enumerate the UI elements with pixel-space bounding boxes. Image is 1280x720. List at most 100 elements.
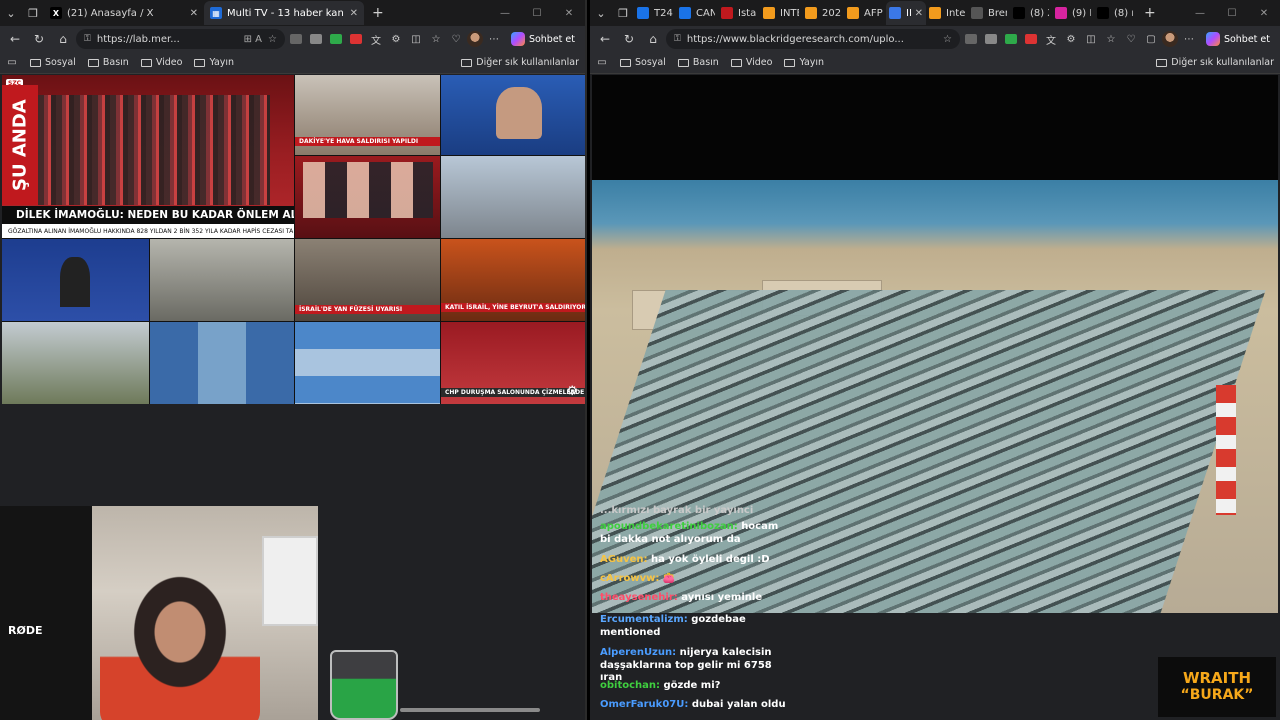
browser-tab[interactable]: Interi xyxy=(926,1,968,25)
url-field[interactable]: ⚿ https://www.blackridgeresearch.com/upl… xyxy=(666,29,960,49)
minimize-icon[interactable]: — xyxy=(489,8,521,19)
favorite-star-icon[interactable]: ☆ xyxy=(943,34,952,45)
split-screen-icon[interactable]: ◫ xyxy=(1082,30,1100,48)
tv-channel-13[interactable]: CHP DURUŞMA SALONUNDA ÇİZMELERDE xyxy=(441,322,585,404)
close-window-icon[interactable]: ✕ xyxy=(1248,8,1280,19)
back-icon[interactable]: ← xyxy=(594,28,616,50)
home-icon[interactable]: ⌂ xyxy=(52,28,74,50)
split-screen-icon[interactable]: ◫ xyxy=(407,30,425,48)
maximize-icon[interactable]: ☐ xyxy=(1216,8,1248,19)
other-favorites-folder[interactable]: Diğer sık kullanılanlar xyxy=(1156,57,1274,68)
new-tab-button[interactable]: + xyxy=(364,5,392,21)
close-window-icon[interactable]: ✕ xyxy=(553,8,585,19)
chat-username[interactable]: theaysenehir: xyxy=(600,592,678,603)
reader-icon[interactable]: ⊞ A xyxy=(244,34,262,45)
extension-icon[interactable] xyxy=(287,30,305,48)
bookmark-folder-video[interactable]: Video xyxy=(730,57,772,68)
tv-channel-3[interactable] xyxy=(441,75,585,155)
site-info-icon[interactable]: ⚿ xyxy=(84,34,91,44)
chat-username[interactable]: AGuven: xyxy=(600,554,648,565)
back-icon[interactable]: ← xyxy=(4,28,26,50)
scrollbar-thumb[interactable] xyxy=(400,708,540,712)
copilot-button[interactable]: Sohbet et xyxy=(505,32,581,46)
other-favorites-folder[interactable]: Diğer sık kullanılanlar xyxy=(461,57,579,68)
chat-username[interactable]: AlperenUzun: xyxy=(600,647,676,658)
extension-icon[interactable] xyxy=(1022,30,1040,48)
browser-tab[interactable]: T24 xyxy=(634,1,676,25)
chat-username[interactable]: cArrowvw: xyxy=(600,573,659,584)
maximize-icon[interactable]: ☐ xyxy=(521,8,553,19)
minimize-icon[interactable]: — xyxy=(1184,8,1216,19)
extension-icon[interactable] xyxy=(307,30,325,48)
browser-tab[interactable]: AFP xyxy=(844,1,886,25)
bookmark-folder-yayin[interactable]: Yayın xyxy=(784,57,824,68)
extensions-puzzle-icon[interactable]: ⚙ xyxy=(387,30,405,48)
collections-icon[interactable]: ▢ xyxy=(1142,30,1160,48)
browser-tab[interactable]: (9) In xyxy=(1052,1,1094,25)
close-tab-icon[interactable]: ✕ xyxy=(184,8,198,19)
extension-icon[interactable] xyxy=(327,30,345,48)
browser-essentials-icon[interactable]: ♡ xyxy=(1122,30,1140,48)
bookmark-folder-yayin[interactable]: Yayın xyxy=(194,57,234,68)
sidebar-toggle-icon[interactable]: ▭ xyxy=(6,54,18,72)
bookmark-folder-video[interactable]: Video xyxy=(140,57,182,68)
profile-avatar[interactable] xyxy=(1161,31,1178,47)
chat-username[interactable]: ...kırmızı bayrak bir yayınci xyxy=(600,505,753,516)
favorites-icon[interactable]: ☆ xyxy=(1102,30,1120,48)
home-icon[interactable]: ⌂ xyxy=(642,28,664,50)
bookmark-folder-basin[interactable]: Basın xyxy=(677,57,719,68)
sidebar-toggle-icon[interactable]: ▭ xyxy=(596,54,608,72)
new-tab-button[interactable]: + xyxy=(1136,5,1164,21)
tab-x-home[interactable]: X (21) Anasayfa / X ✕ xyxy=(44,1,204,25)
chat-username[interactable]: OmerFaruk07U: xyxy=(600,699,688,710)
close-tab-icon[interactable]: ✕ xyxy=(913,8,923,19)
bookmark-folder-basin[interactable]: Basın xyxy=(87,57,129,68)
browser-tab[interactable]: Brent xyxy=(968,1,1010,25)
tv-channel-10[interactable] xyxy=(2,322,149,404)
translate-icon[interactable]: 文 xyxy=(367,30,385,48)
tv-channel-4[interactable] xyxy=(295,156,440,238)
url-field[interactable]: ⚿ https://lab.mer... ⊞ A ☆ xyxy=(76,29,285,49)
tv-channel-7[interactable] xyxy=(150,239,294,321)
extension-icon[interactable] xyxy=(962,30,980,48)
chat-username[interactable]: Ercumentalizm: xyxy=(600,614,688,625)
browser-tab[interactable]: (8) m xyxy=(1094,1,1136,25)
browser-tab[interactable]: CANI xyxy=(676,1,718,25)
tab-multi-tv[interactable]: ▦ Multi TV - 13 haber kanalını aynı a ✕ xyxy=(204,1,364,25)
tv-channel-12[interactable] xyxy=(295,322,440,404)
chat-username[interactable]: apoundbekaretinibozan: xyxy=(600,521,738,532)
extension-icon[interactable] xyxy=(982,30,1000,48)
site-info-icon[interactable]: ⚿ xyxy=(674,34,681,44)
tv-channel-9[interactable]: KATIL İSRAİL, YİNE BEYRUT'A SALDIRIYOR xyxy=(441,239,585,321)
bookmark-folder-sosyal[interactable]: Sosyal xyxy=(30,57,76,68)
browser-tab[interactable]: 2026 xyxy=(802,1,844,25)
settings-gear-icon[interactable]: ⚙ xyxy=(566,384,578,399)
tab-actions-chevron-icon[interactable]: ⌄ xyxy=(590,2,612,24)
refresh-icon[interactable]: ↻ xyxy=(28,28,50,50)
tv-channel-2[interactable]: DAKİYE'YE HAVA SALDIRISI YAPILDI xyxy=(295,75,440,155)
extension-icon[interactable] xyxy=(1002,30,1020,48)
refresh-icon[interactable]: ↻ xyxy=(618,28,640,50)
more-menu-icon[interactable]: ⋯ xyxy=(485,30,503,48)
browser-tab[interactable]: (8) X xyxy=(1010,1,1052,25)
tab-actions-chevron-icon[interactable]: ⌄ xyxy=(0,2,22,24)
extension-icon[interactable] xyxy=(347,30,365,48)
tv-channel-11[interactable] xyxy=(150,322,294,404)
tv-channel-8[interactable]: İSRAİL'DE YAN FÜZESİ UYARISI xyxy=(295,239,440,321)
browser-tab[interactable]: İstanl xyxy=(718,1,760,25)
workspaces-icon[interactable]: ❐ xyxy=(612,2,634,24)
tv-main-channel[interactable]: SZC ŞU ANDA DİLEK İMAMOĞLU: NEDEN BU KAD… xyxy=(2,75,294,238)
profile-avatar[interactable] xyxy=(466,31,483,47)
more-menu-icon[interactable]: ⋯ xyxy=(1180,30,1198,48)
translate-icon[interactable]: 文 xyxy=(1042,30,1060,48)
copilot-button[interactable]: Sohbet et xyxy=(1200,32,1276,46)
favorites-icon[interactable]: ☆ xyxy=(427,30,445,48)
close-tab-icon[interactable]: ✕ xyxy=(344,8,358,19)
browser-tab[interactable]: INTEL xyxy=(760,1,802,25)
chat-username[interactable]: obitochan: xyxy=(600,680,660,691)
browser-tab[interactable]: II ✕ xyxy=(886,1,926,25)
tv-channel-6[interactable] xyxy=(2,239,149,321)
bookmark-folder-sosyal[interactable]: Sosyal xyxy=(620,57,666,68)
tv-channel-5[interactable] xyxy=(441,156,585,238)
extensions-puzzle-icon[interactable]: ⚙ xyxy=(1062,30,1080,48)
